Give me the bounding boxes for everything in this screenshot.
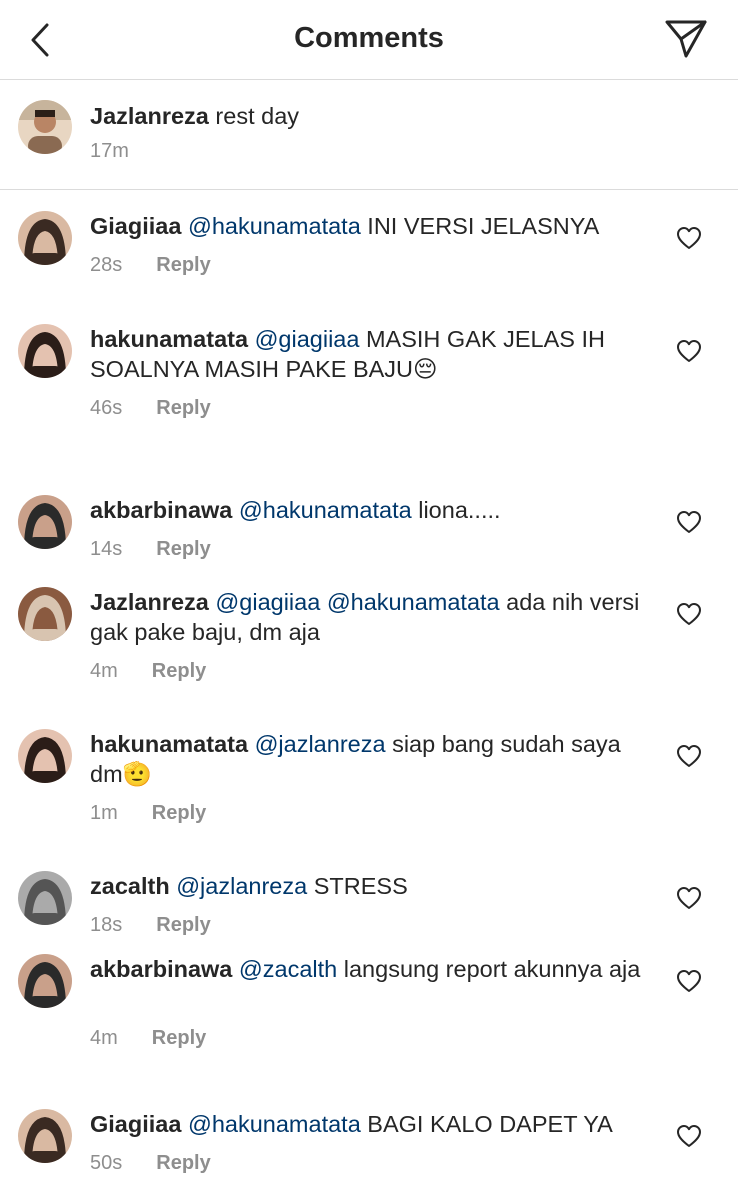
- avatar[interactable]: [18, 871, 72, 925]
- heart-outline-icon: [677, 511, 701, 533]
- paper-plane-icon: [665, 20, 707, 58]
- timestamp: 14s: [90, 538, 123, 560]
- heart-outline-icon: [677, 1125, 701, 1147]
- caption: Jazlanreza rest day 17m: [0, 80, 738, 190]
- share-button[interactable]: [660, 16, 712, 62]
- reply-button[interactable]: Reply: [152, 1027, 206, 1050]
- timestamp: 50s: [90, 1152, 123, 1174]
- mention-link[interactable]: @zacalth: [239, 956, 337, 982]
- comment-body: Giagiiaa @hakunamatata BAGI KALO DAPET Y…: [90, 1109, 650, 1139]
- avatar[interactable]: [18, 211, 72, 265]
- avatar[interactable]: [18, 729, 72, 783]
- caption-text: rest day: [215, 103, 300, 129]
- comment-text: liona.....: [418, 497, 501, 523]
- username[interactable]: akbarbinawa: [90, 497, 232, 523]
- comment-body: Giagiiaa @hakunamatata INI VERSI JELASNY…: [90, 211, 650, 241]
- avatar[interactable]: [18, 324, 72, 378]
- username[interactable]: akbarbinawa: [90, 956, 232, 982]
- comment-text: INI VERSI JELASNYA: [367, 213, 600, 239]
- mention-link[interactable]: @jazlanreza: [176, 873, 307, 899]
- mention-link[interactable]: @jazlanreza: [255, 731, 386, 757]
- timestamp: 18s: [90, 914, 123, 936]
- comment-text: STRESS: [313, 873, 408, 899]
- mention-link[interactable]: @hakunamatata: [188, 1111, 361, 1137]
- avatar[interactable]: [18, 1109, 72, 1163]
- avatar[interactable]: [18, 495, 72, 549]
- heart-outline-icon: [677, 887, 701, 909]
- timestamp: 46s: [90, 397, 123, 419]
- username[interactable]: Giagiiaa: [90, 1111, 181, 1137]
- mention-link[interactable]: @giagiiaa: [255, 326, 360, 352]
- timestamp: 4m: [90, 1027, 118, 1049]
- avatar[interactable]: [18, 954, 72, 1008]
- like-button[interactable]: [676, 744, 704, 770]
- page-title: Comments: [294, 22, 444, 54]
- reply-button[interactable]: Reply: [152, 802, 206, 825]
- username[interactable]: Jazlanreza: [90, 589, 209, 615]
- like-button[interactable]: [676, 602, 704, 628]
- reply-button[interactable]: Reply: [156, 538, 210, 561]
- timestamp: 4m: [90, 660, 118, 682]
- comment-body: hakunamatata @jazlanreza siap bang sudah…: [90, 729, 650, 789]
- heart-outline-icon: [677, 745, 701, 767]
- mention-link[interactable]: @giagiiaa @hakunamatata: [215, 589, 499, 615]
- reply-button[interactable]: Reply: [156, 1152, 210, 1175]
- like-button[interactable]: [676, 969, 704, 995]
- header-bar: Comments: [0, 0, 738, 80]
- comment-body: zacalth @jazlanreza STRESS: [90, 871, 650, 901]
- avatar[interactable]: [18, 100, 72, 154]
- comment-text: BAGI KALO DAPET YA: [367, 1111, 613, 1137]
- timestamp: 17m: [90, 140, 129, 162]
- timestamp: 1m: [90, 802, 118, 824]
- comment-body: akbarbinawa @hakunamatata liona.....: [90, 495, 650, 525]
- comment-body: hakunamatata @giagiiaa MASIH GAK JELAS I…: [90, 324, 650, 384]
- username[interactable]: hakunamatata: [90, 326, 248, 352]
- like-button[interactable]: [676, 1124, 704, 1150]
- like-button[interactable]: [676, 339, 704, 365]
- comment-body: Jazlanreza @giagiiaa @hakunamatata ada n…: [90, 587, 650, 647]
- heart-outline-icon: [677, 340, 701, 362]
- timestamp: 28s: [90, 254, 123, 276]
- heart-outline-icon: [677, 227, 701, 249]
- mention-link[interactable]: @hakunamatata: [188, 213, 361, 239]
- reply-button[interactable]: Reply: [156, 914, 210, 937]
- like-button[interactable]: [676, 226, 704, 252]
- avatar[interactable]: [18, 587, 72, 641]
- mention-link[interactable]: @hakunamatata: [239, 497, 412, 523]
- reply-button[interactable]: Reply: [156, 397, 210, 420]
- comment-body: akbarbinawa @zacalth langsung report aku…: [90, 954, 650, 984]
- username[interactable]: hakunamatata: [90, 731, 248, 757]
- reply-button[interactable]: Reply: [156, 254, 210, 277]
- heart-outline-icon: [677, 970, 701, 992]
- username[interactable]: Jazlanreza: [90, 103, 209, 129]
- username[interactable]: zacalth: [90, 873, 170, 899]
- username[interactable]: Giagiiaa: [90, 213, 181, 239]
- like-button[interactable]: [676, 510, 704, 536]
- like-button[interactable]: [676, 886, 704, 912]
- comment-text: langsung report akunnya aja: [343, 956, 641, 982]
- heart-outline-icon: [677, 603, 701, 625]
- reply-button[interactable]: Reply: [152, 660, 206, 683]
